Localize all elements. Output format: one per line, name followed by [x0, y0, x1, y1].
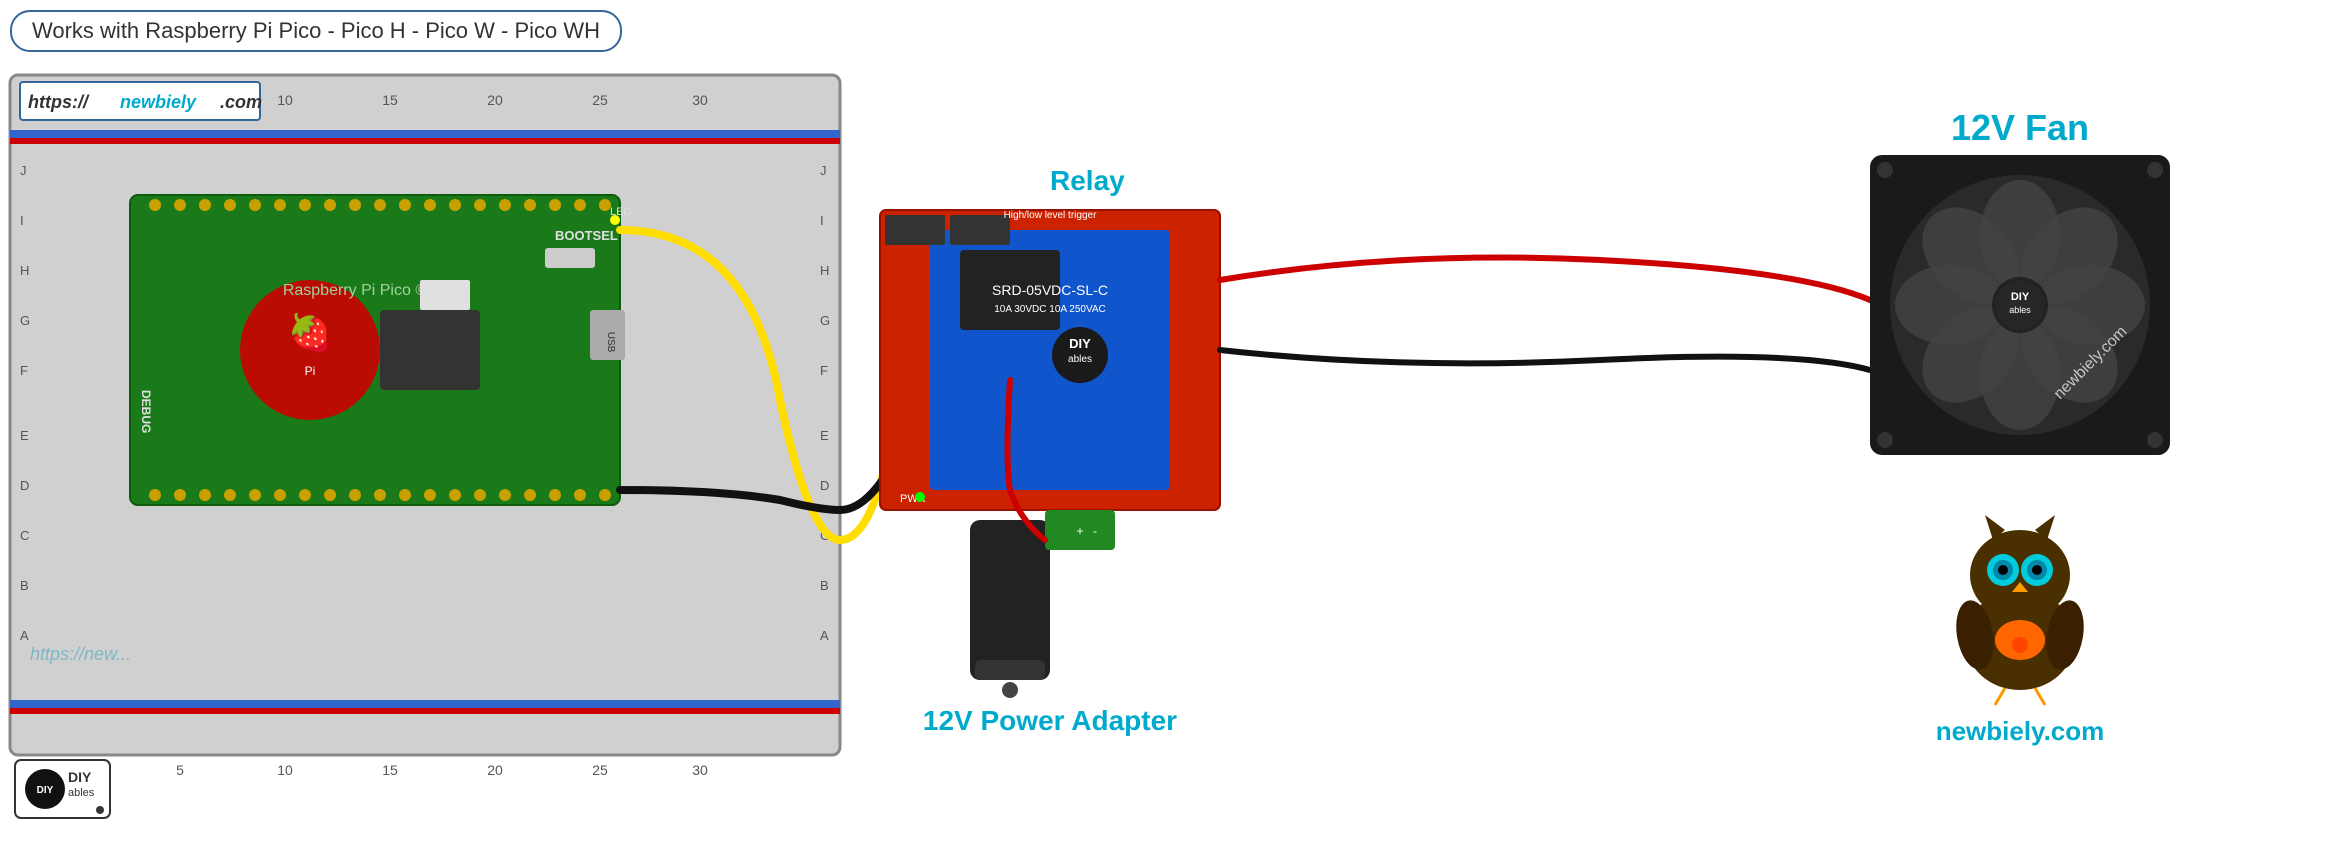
- svg-text:25: 25: [592, 762, 608, 778]
- svg-text:DIY: DIY: [37, 785, 54, 796]
- svg-text:B: B: [820, 578, 829, 593]
- svg-text:B: B: [20, 578, 29, 593]
- svg-text:DIY: DIY: [2011, 291, 2030, 303]
- svg-text:30: 30: [692, 92, 708, 108]
- svg-text:20: 20: [487, 762, 503, 778]
- svg-text:I: I: [20, 213, 24, 228]
- svg-text:C: C: [20, 528, 29, 543]
- svg-text:Relay: Relay: [1050, 165, 1125, 196]
- svg-text:15: 15: [382, 92, 398, 108]
- svg-text:🍓: 🍓: [288, 312, 333, 353]
- svg-text:1 Relay Module: 1 Relay Module: [1008, 194, 1092, 208]
- svg-text:5: 5: [176, 762, 184, 778]
- svg-text:10: 10: [277, 762, 293, 778]
- svg-text:USB: USB: [605, 332, 616, 353]
- svg-text:12V Fan: 12V Fan: [1951, 107, 2089, 148]
- svg-text:PWR: PWR: [900, 493, 926, 505]
- svg-text:newbiely.com: newbiely.com: [1936, 716, 2105, 746]
- svg-text:BOOTSEL: BOOTSEL: [555, 228, 618, 243]
- svg-text:H: H: [20, 263, 29, 278]
- svg-text:J: J: [20, 163, 27, 178]
- svg-text:15: 15: [382, 762, 398, 778]
- svg-text:G: G: [820, 313, 830, 328]
- svg-text:A: A: [20, 628, 29, 643]
- svg-text:D: D: [20, 478, 29, 493]
- svg-text:https://new...: https://new...: [30, 644, 131, 664]
- svg-text:C: C: [820, 528, 829, 543]
- svg-text:SRD-05VDC-SL-C: SRD-05VDC-SL-C: [992, 282, 1108, 298]
- svg-text:DIY: DIY: [1069, 336, 1091, 351]
- svg-text:newbiely: newbiely: [120, 92, 197, 112]
- svg-text:newbiely.com: newbiely.com: [2051, 323, 2131, 403]
- svg-text:https://: https://: [28, 92, 90, 112]
- svg-text:Pi: Pi: [305, 364, 316, 378]
- svg-text:H: H: [820, 263, 829, 278]
- svg-text:-: -: [1093, 524, 1097, 538]
- svg-text:G: G: [20, 313, 30, 328]
- svg-text:DEBUG: DEBUG: [139, 390, 153, 433]
- svg-text:Raspberry Pi Pico © 2020: Raspberry Pi Pico © 2020: [283, 282, 467, 299]
- svg-text:10: 10: [277, 92, 293, 108]
- svg-text:30: 30: [692, 762, 708, 778]
- svg-text:12V Power Adapter: 12V Power Adapter: [923, 705, 1177, 736]
- svg-text:A: A: [820, 628, 829, 643]
- svg-text:ables: ables: [68, 787, 95, 799]
- svg-text:E: E: [20, 428, 29, 443]
- svg-text:10A 30VDC 10A 250VAC: 10A 30VDC 10A 250VAC: [994, 304, 1106, 315]
- svg-text:1: 1: [96, 92, 104, 108]
- svg-text:F: F: [20, 363, 28, 378]
- svg-text:F: F: [820, 363, 828, 378]
- svg-text:DIY: DIY: [68, 769, 92, 785]
- svg-text:5: 5: [176, 92, 184, 108]
- svg-text:ables: ables: [1068, 354, 1092, 365]
- svg-text:D: D: [820, 478, 829, 493]
- svg-text:LED: LED: [610, 206, 631, 218]
- svg-text:20: 20: [487, 92, 503, 108]
- svg-text:1: 1: [96, 762, 104, 778]
- svg-text:ables: ables: [2009, 305, 2031, 315]
- svg-text:E: E: [820, 428, 829, 443]
- svg-text:I: I: [820, 213, 824, 228]
- svg-text:+: +: [1076, 524, 1083, 538]
- svg-text:.com: .com: [220, 92, 262, 112]
- svg-text:25: 25: [592, 92, 608, 108]
- svg-text:High/low level trigger: High/low level trigger: [1004, 210, 1097, 221]
- svg-text:J: J: [820, 163, 827, 178]
- compat-banner: Works with Raspberry Pi Pico - Pico H - …: [10, 10, 622, 52]
